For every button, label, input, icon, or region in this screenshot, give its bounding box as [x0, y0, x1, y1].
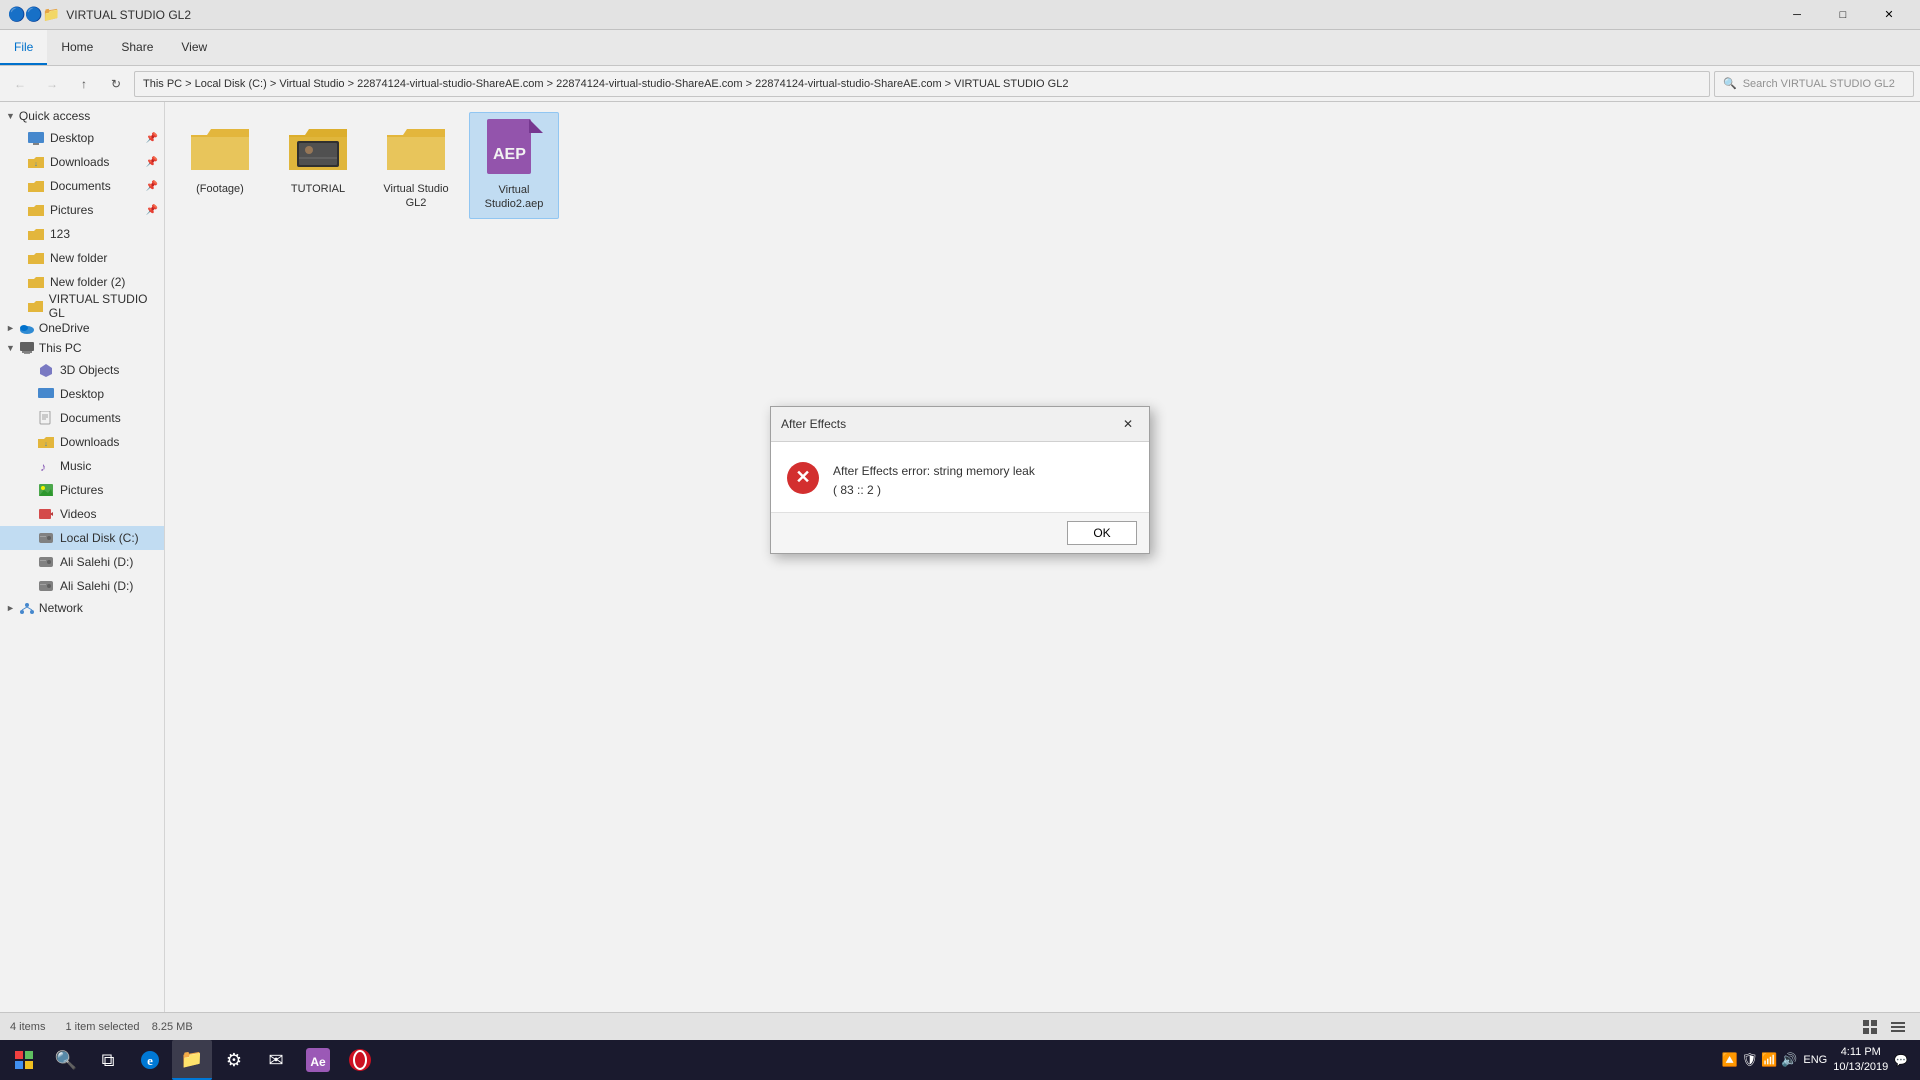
- after-effects-taskbar-button[interactable]: Ae: [298, 1040, 338, 1080]
- start-button[interactable]: [4, 1040, 44, 1080]
- dialog-body: ✕ After Effects error: string memory lea…: [771, 442, 1149, 512]
- error-icon: ✕: [787, 462, 819, 494]
- task-view-button[interactable]: ⧉: [88, 1040, 128, 1080]
- dialog-close-button[interactable]: ✕: [1117, 413, 1139, 435]
- notification-button[interactable]: 💬: [1894, 1054, 1908, 1067]
- taskbar-clock[interactable]: 4:11 PM 10/13/2019: [1833, 1045, 1888, 1076]
- dialog-overlay: After Effects ✕ ✕ After Effects error: s…: [0, 0, 1920, 1040]
- dialog-title-bar: After Effects ✕: [771, 407, 1149, 442]
- settings-taskbar-button[interactable]: ⚙: [214, 1040, 254, 1080]
- search-taskbar-button[interactable]: 🔍: [46, 1040, 86, 1080]
- svg-text:Ae: Ae: [310, 1055, 326, 1069]
- system-tray-icons: 🔼 🛡 📶 🔊: [1721, 1052, 1797, 1068]
- opera-taskbar-button[interactable]: [340, 1040, 380, 1080]
- dialog-ok-button[interactable]: OK: [1067, 521, 1137, 545]
- mail-taskbar-button[interactable]: ✉: [256, 1040, 296, 1080]
- taskbar-right: 🔼 🛡 📶 🔊 ENG 4:11 PM 10/13/2019 💬: [1721, 1045, 1916, 1076]
- after-effects-dialog: After Effects ✕ ✕ After Effects error: s…: [770, 406, 1150, 554]
- svg-text:e: e: [147, 1053, 153, 1068]
- language-indicator: ENG: [1803, 1054, 1827, 1066]
- dialog-message: After Effects error: string memory leak …: [833, 462, 1035, 500]
- dialog-title: After Effects: [781, 417, 846, 431]
- taskbar: 🔍 ⧉ e 📁 ⚙ ✉ Ae 🔼 🛡 📶 🔊 ENG 4:11 PM 10/13…: [0, 1040, 1920, 1080]
- dialog-footer: OK: [771, 512, 1149, 553]
- edge-browser-button[interactable]: e: [130, 1040, 170, 1080]
- file-explorer-taskbar-button[interactable]: 📁: [172, 1040, 212, 1080]
